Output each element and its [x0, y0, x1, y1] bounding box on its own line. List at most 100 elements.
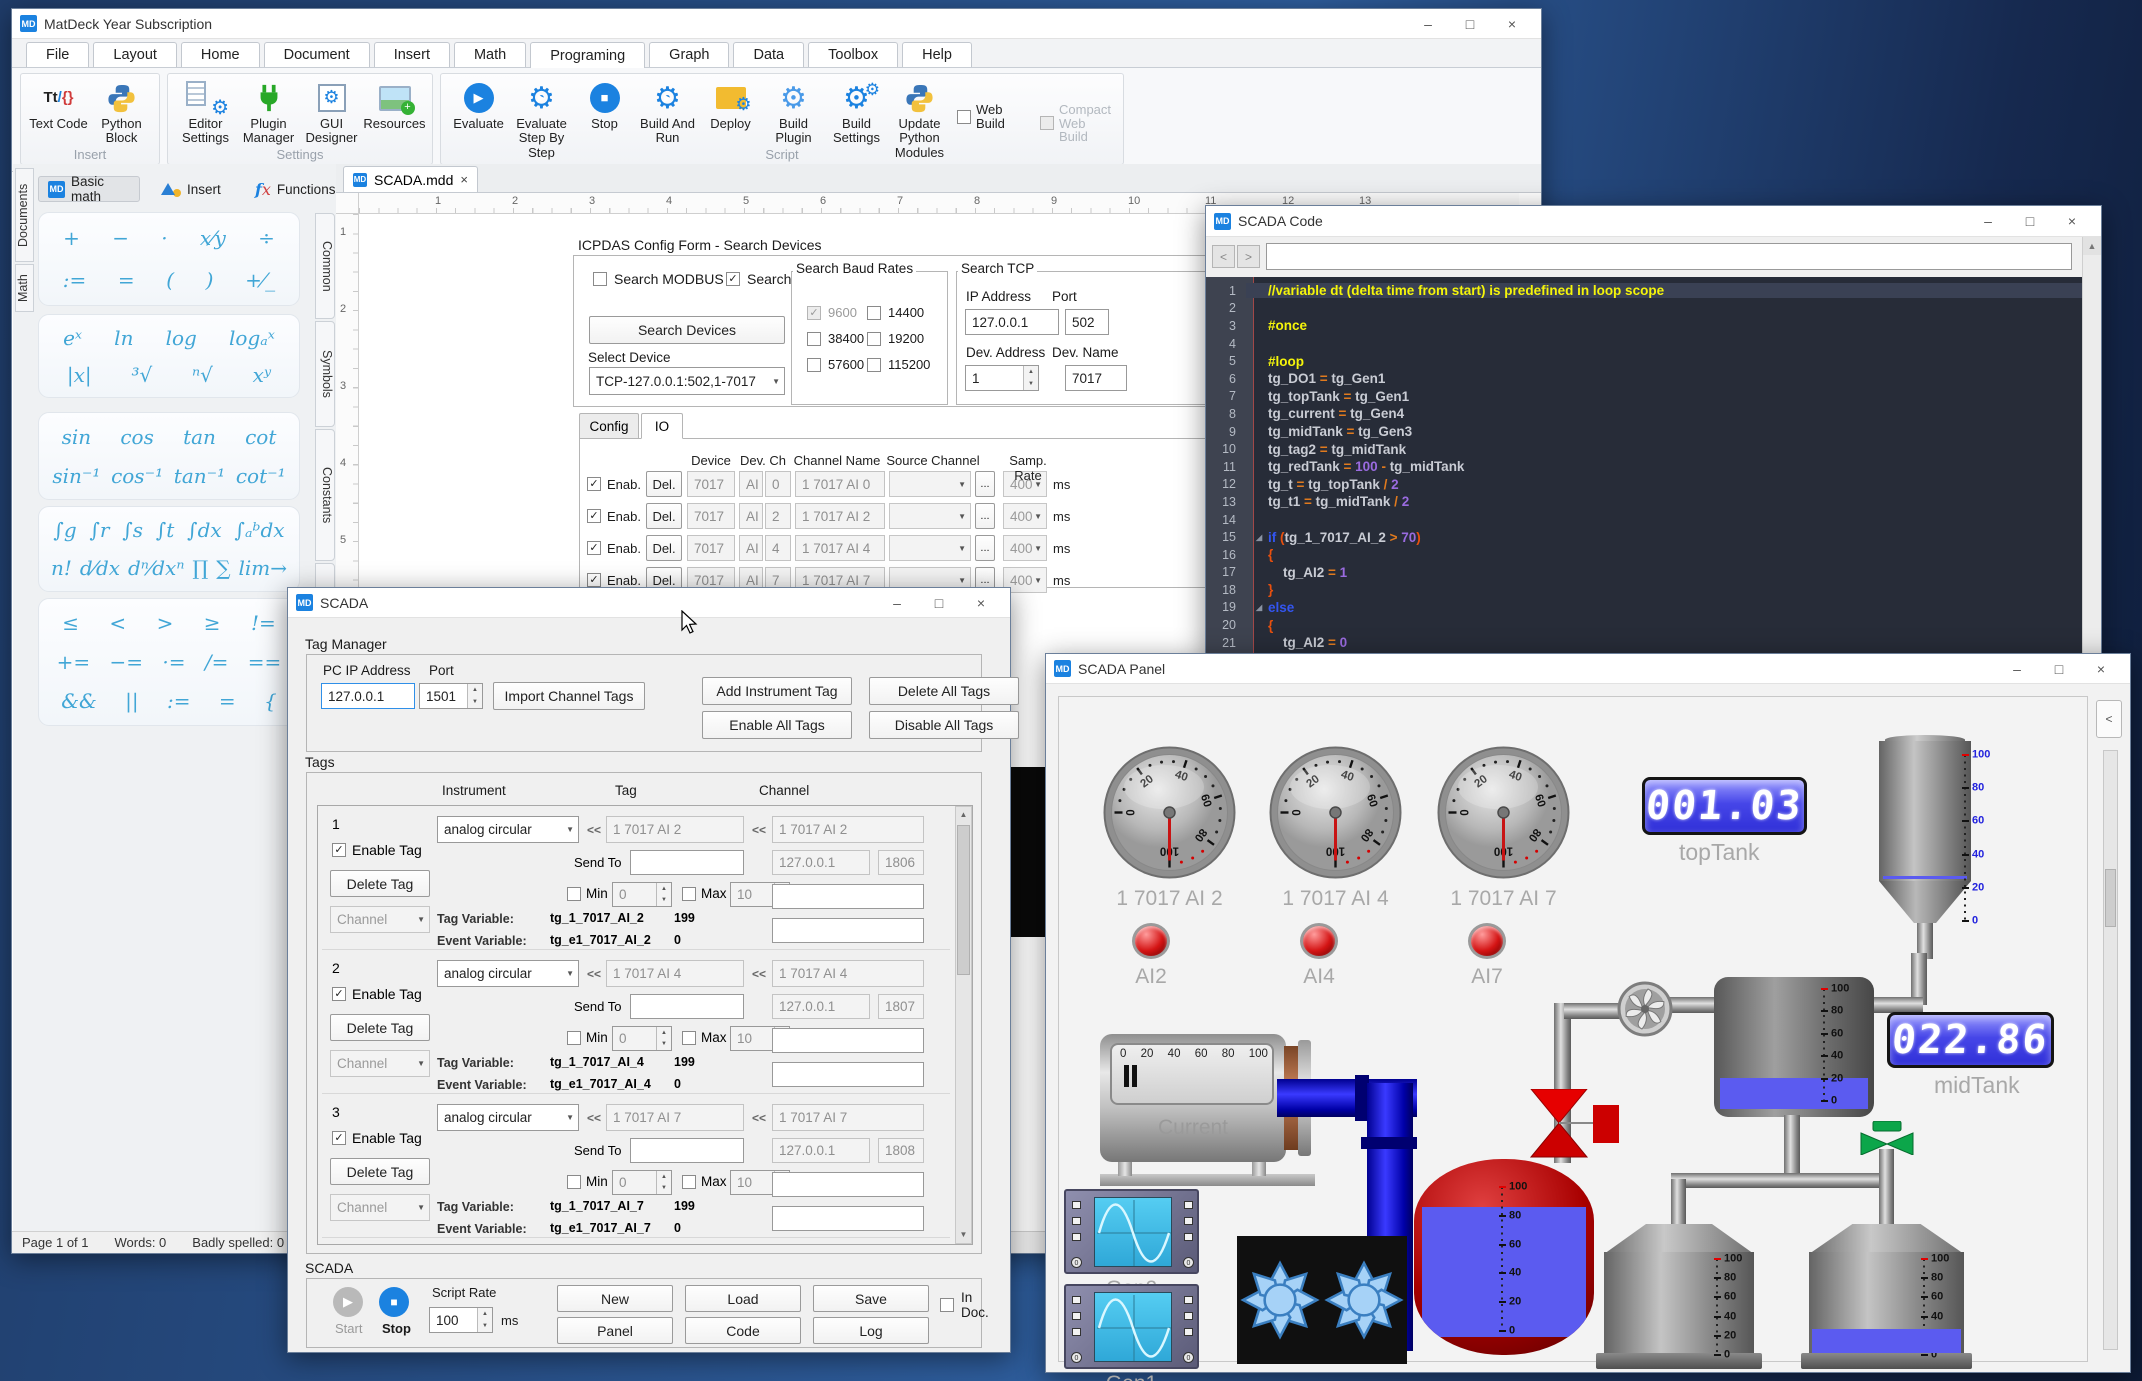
ribbon-button-stop[interactable]: ■Stop [573, 79, 636, 131]
tab-help[interactable]: Help [902, 42, 972, 67]
ribbon-button-text-code[interactable]: Tt/{}Text Code [27, 79, 90, 131]
scroll-thumb[interactable] [957, 825, 970, 975]
delete-tag-button[interactable]: Delete Tag [330, 870, 430, 897]
scope-button[interactable] [1184, 1201, 1193, 1209]
sample-rate-dropdown[interactable]: 400▼ [1003, 503, 1047, 529]
scope-button[interactable] [1184, 1296, 1193, 1304]
math-symbol-item[interactable]: − [112, 226, 129, 250]
math-symbol-item[interactable]: == [248, 650, 282, 674]
delete-row-button[interactable]: Del. [646, 535, 682, 561]
minimize-icon[interactable]: – [876, 589, 918, 617]
baud-checkbox-9600[interactable]: ✓9600 [807, 305, 857, 320]
ribbon-button-plugin-manager[interactable]: Plugin Manager [237, 79, 300, 146]
tab-math[interactable]: Math [454, 42, 526, 67]
minimize-icon[interactable]: – [1967, 207, 2009, 235]
checkbox-icon[interactable] [682, 1031, 696, 1045]
checkbox-icon[interactable]: ✓ [587, 573, 601, 587]
checkbox-icon[interactable] [867, 332, 881, 346]
code-button[interactable]: Code [685, 1317, 801, 1344]
min-stepper[interactable]: 0▲▼ [612, 882, 672, 907]
send-to-field[interactable] [630, 850, 744, 875]
max-checkbox[interactable]: Max [682, 886, 727, 901]
more-button[interactable]: ... [975, 471, 995, 497]
math-symbol-g[interactable]: ∫g [53, 518, 76, 542]
tab-file[interactable]: File [26, 42, 89, 67]
math-symbol-x[interactable]: |x| [67, 363, 92, 387]
math-symbol-cot[interactable]: cot [245, 425, 276, 449]
source-channel-dropdown[interactable]: ▼ [889, 503, 971, 529]
baud-checkbox-14400[interactable]: 14400 [867, 305, 924, 320]
tags-list[interactable]: 1✓Enable TagDelete TagChannel▼analog cir… [317, 805, 973, 1245]
sidebar-tab-insert[interactable]: Insert [152, 176, 232, 202]
delete-row-button[interactable]: Del. [646, 503, 682, 529]
in-doc-checkbox[interactable]: In Doc. [940, 1290, 989, 1320]
document-tab-scada[interactable]: MD SCADA.mdd × [343, 166, 478, 192]
extra-field[interactable] [772, 918, 924, 943]
min-checkbox[interactable]: Min [567, 1174, 608, 1189]
math-symbol-item[interactable]: ( [166, 268, 174, 292]
nav-back-icon[interactable]: < [1212, 245, 1235, 268]
tab-programing[interactable]: Programing [530, 42, 645, 68]
math-symbol-item[interactable]: ) [206, 268, 214, 292]
fold-marker-icon[interactable]: ◢ [1256, 533, 1262, 542]
sidebar-tab-functions[interactable]: fx Functions [246, 176, 346, 202]
min-checkbox[interactable]: Min [567, 1030, 608, 1045]
close-icon[interactable]: × [960, 589, 1002, 617]
tab-graph[interactable]: Graph [649, 42, 729, 67]
math-symbol-dx[interactable]: ∫ₐᵇdx [235, 518, 285, 542]
math-symbol-item[interactable]: { [264, 689, 277, 713]
checkbox-icon[interactable] [682, 1175, 696, 1189]
sidebar-tab-constants[interactable]: Constants [315, 429, 335, 561]
math-symbol-item[interactable]: ∏ [192, 556, 208, 580]
math-symbol-e[interactable]: eˣ [63, 326, 82, 350]
math-symbol-ln[interactable]: ln [114, 326, 133, 350]
spinner-arrows-icon[interactable]: ▲▼ [477, 1308, 492, 1332]
dev-address-stepper[interactable]: 1 ▲▼ [965, 365, 1039, 391]
math-symbol-item[interactable]: != [251, 611, 276, 635]
checkbox-icon[interactable] [1040, 116, 1054, 130]
scope-knob[interactable]: 0 [1071, 1257, 1082, 1268]
ribbon-button-build-plugin[interactable]: ⚙Build Plugin [762, 79, 825, 146]
math-symbol-d-dx[interactable]: dⁿ⁄dxⁿ [128, 556, 184, 580]
checkbox-icon[interactable] [807, 332, 821, 346]
ribbon-button-build-and-run[interactable]: ⚙▶Build And Run [636, 79, 699, 146]
ribbon-button-evaluate[interactable]: ▶Evaluate [447, 79, 510, 131]
sample-rate-dropdown[interactable]: 400▼ [1003, 535, 1047, 561]
checkbox-icon[interactable] [682, 887, 696, 901]
more-button[interactable]: ... [975, 503, 995, 529]
ip-address-field[interactable]: 127.0.0.1 [965, 309, 1059, 335]
load-button[interactable]: Load [685, 1285, 801, 1312]
port-field[interactable]: 502 [1065, 309, 1109, 335]
tagmgr-titlebar[interactable]: MD SCADA – □ × [288, 588, 1010, 618]
scope-button[interactable] [1184, 1233, 1193, 1241]
checkbox-icon[interactable]: ✓ [332, 1131, 346, 1145]
math-symbol-log[interactable]: log [166, 326, 197, 350]
send-to-field[interactable] [630, 994, 744, 1019]
scope-knob[interactable]: 0 [1183, 1257, 1194, 1268]
math-symbol-d-dx[interactable]: d⁄dx [80, 556, 120, 580]
tab-io[interactable]: IO [641, 413, 683, 439]
checkbox-icon[interactable] [957, 110, 971, 124]
math-symbol-item[interactable]: && [61, 689, 97, 713]
nav-forward-icon[interactable]: > [1237, 245, 1260, 268]
baud-checkbox-38400[interactable]: 38400 [807, 331, 864, 346]
channel-dropdown[interactable]: Channel▼ [330, 1194, 430, 1221]
tab-config[interactable]: Config [579, 413, 639, 439]
math-symbol-item[interactable]: +⁄_ [245, 268, 275, 292]
checkbox-icon[interactable] [567, 1175, 581, 1189]
more-button[interactable]: ... [975, 535, 995, 561]
sidebar-tab-documents[interactable]: Documents [15, 168, 34, 262]
collapse-panel-icon[interactable]: < [2096, 700, 2122, 738]
math-symbol-cos[interactable]: cos [120, 425, 154, 449]
math-symbol-item[interactable]: = [219, 689, 236, 713]
maximize-icon[interactable]: □ [1449, 10, 1491, 38]
scope-knob[interactable]: 0 [1183, 1352, 1194, 1363]
max-checkbox[interactable]: Max [682, 1030, 727, 1045]
close-icon[interactable]: × [2080, 655, 2122, 683]
source-channel-dropdown[interactable]: ▼ [889, 471, 971, 497]
extra-field[interactable] [772, 1062, 924, 1087]
scroll-up-icon[interactable]: ▲ [956, 807, 971, 823]
panel-button[interactable]: Panel [557, 1317, 673, 1344]
scroll-down-icon[interactable]: ▼ [956, 1227, 971, 1243]
delete-row-button[interactable]: Del. [646, 471, 682, 497]
